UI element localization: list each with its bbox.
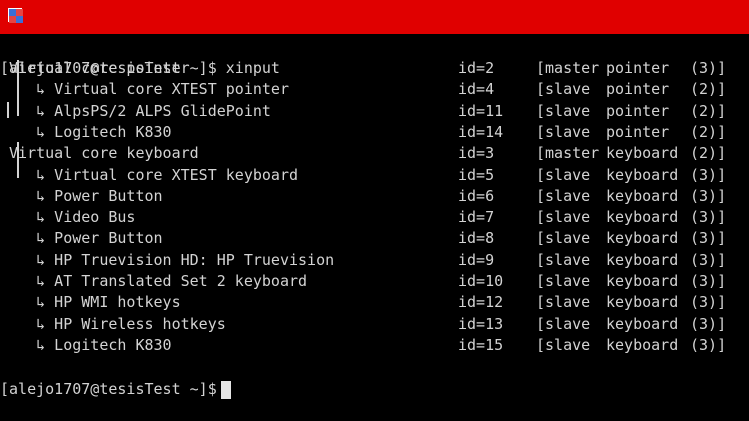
device-role: [slave — [536, 314, 591, 333]
device-class-number: (3)] — [690, 293, 727, 312]
device-type: keyboard — [606, 314, 679, 333]
device-type: pointer — [606, 80, 670, 99]
device-id: id=2 — [458, 59, 495, 77]
device-class-number: (2)] — [690, 122, 727, 141]
device-row: ↳ AlpsPS/2 ALPS GlidePoint id=11 [slave poi… — [0, 101, 749, 122]
device-id: id=3 — [458, 144, 495, 163]
device-role: [slave — [536, 335, 591, 354]
device-type: keyboard — [606, 165, 679, 184]
device-id: id=11 — [458, 101, 504, 120]
device-class-number: (3)] — [690, 272, 727, 290]
device-role: [slave — [536, 165, 591, 184]
device-role: [slave — [536, 122, 591, 141]
device-id: id=5 — [458, 165, 495, 184]
device-row: ↳ Video Bus id=7 [slave keyboard (3)] — [0, 207, 749, 228]
device-name: ↳ Logitech K830 — [0, 122, 172, 141]
device-role: [slave — [536, 250, 591, 269]
terminal-app-icon[interactable] — [8, 8, 23, 23]
device-row: Virtual core keyboard id=3 [master keyboard… — [0, 143, 749, 164]
device-name: ↳ HP Wireless hotkeys — [0, 314, 226, 333]
device-type: keyboard — [606, 186, 679, 205]
device-class-number: (2)] — [690, 80, 727, 99]
device-class-number: (3)] — [690, 165, 727, 184]
device-type: pointer — [606, 59, 670, 77]
device-class-number: (3)] — [690, 250, 727, 269]
device-name: ↳ Power Button — [0, 229, 163, 248]
device-class-number: (3)] — [690, 208, 727, 227]
device-role: [slave — [536, 80, 591, 99]
prompt-bottom: [alejo1707@tesisTest ~]$ — [0, 379, 231, 400]
device-row: ↳ Power Button id=6 [slave keyboard (3)] — [0, 186, 749, 207]
device-role: [slave — [536, 208, 591, 227]
device-role: [master — [536, 144, 600, 163]
device-row: Virtual core pointer id=2 [master pointer (3… — [0, 58, 749, 79]
device-name: ↳ AT Translated Set 2 keyboard — [0, 272, 308, 290]
device-row: ↳ Power Button id=8 [slave keyboard (3)] — [0, 228, 749, 249]
device-class-number: (3)] — [690, 229, 727, 248]
device-type: keyboard — [606, 293, 679, 312]
device-id: id=8 — [458, 229, 495, 248]
device-class-number: (3)] — [690, 335, 727, 354]
device-id: id=4 — [458, 80, 495, 99]
device-row: ↳ HP WMI hotkeys id=12 [slave keyboard (3)] — [0, 292, 749, 313]
device-row: ↳ HP Truevision HD: HP Truevision id=9 [sl… — [0, 250, 749, 271]
device-row: ↳ Logitech K830 id=15 [slave keyboard (3)] — [0, 335, 749, 356]
terminal-output[interactable]: [alejo1707@tesisTest ~]$ xinput Virtual … — [0, 34, 749, 399]
device-row: ↳ HP Wireless hotkeys id=13 [slave keyboard… — [0, 314, 749, 335]
device-name: ↳ Virtual core XTEST keyboard — [0, 165, 299, 184]
device-type: keyboard — [606, 335, 679, 354]
command-line: [alejo1707@tesisTest ~]$ xinput — [0, 37, 749, 77]
device-role: [slave — [536, 272, 591, 290]
device-name: ↳ HP WMI hotkeys — [0, 293, 181, 312]
device-class-number: (3)] — [690, 314, 727, 333]
device-row: ↳ Virtual core XTEST keyboard id=5 [slave k… — [0, 165, 749, 186]
device-class-number: (2)] — [690, 144, 727, 163]
device-class-number: (2)] — [690, 101, 727, 120]
device-role: [slave — [536, 293, 591, 312]
device-id: id=13 — [458, 314, 504, 333]
device-role: [master — [536, 59, 600, 77]
device-row: ↳ Virtual core XTEST pointer id=4 [slave po… — [0, 79, 749, 100]
device-name: ↳ Virtual core XTEST pointer — [0, 80, 289, 99]
device-role: [slave — [536, 101, 591, 120]
device-name: ↳ Power Button — [0, 186, 163, 205]
device-type: keyboard — [606, 229, 679, 248]
device-id: id=14 — [458, 122, 504, 141]
device-id: id=10 — [458, 272, 504, 290]
device-row: ↳ AT Translated Set 2 keyboard id=10 [slav… — [0, 271, 749, 292]
device-type: keyboard — [606, 144, 679, 163]
device-type: pointer — [606, 101, 670, 120]
device-class-number: (3)] — [690, 186, 727, 205]
device-name: ↳ HP Truevision HD: HP Truevision — [0, 250, 335, 269]
device-name: ↳ Video Bus — [0, 208, 136, 227]
device-type: pointer — [606, 122, 670, 141]
device-role: [slave — [536, 186, 591, 205]
device-name: ↳ AlpsPS/2 ALPS GlidePoint — [0, 101, 271, 120]
device-role: [slave — [536, 229, 591, 248]
device-id: id=9 — [458, 250, 495, 269]
window-titlebar[interactable] — [0, 0, 749, 34]
device-id: id=6 — [458, 186, 495, 205]
device-row: ↳ Logitech K830 id=14 [slave pointer (2)] — [0, 122, 749, 143]
device-type: keyboard — [606, 208, 679, 227]
device-name: Virtual core keyboard — [0, 144, 199, 163]
device-name: Virtual core pointer — [0, 59, 190, 77]
device-type: keyboard — [606, 272, 679, 290]
device-type: keyboard — [606, 250, 679, 269]
device-id: id=7 — [458, 208, 495, 227]
prompt-line[interactable]: [alejo1707@tesisTest ~]$ — [0, 358, 749, 399]
device-class-number: (3)] — [690, 59, 727, 77]
device-id: id=15 — [458, 335, 504, 354]
cursor-block — [220, 380, 231, 399]
device-id: id=12 — [458, 293, 504, 312]
device-name: ↳ Logitech K830 — [0, 335, 172, 354]
